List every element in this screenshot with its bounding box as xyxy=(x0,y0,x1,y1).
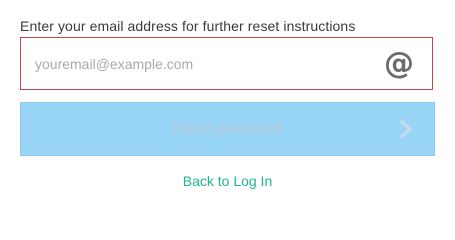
back-to-login-link[interactable]: Back to Log In xyxy=(0,173,455,189)
reset-password-label: Reset password xyxy=(173,120,282,137)
reset-password-button[interactable]: Reset password xyxy=(20,102,435,156)
reset-password-form: Enter your email address for further res… xyxy=(0,0,455,216)
chevron-right-icon xyxy=(399,120,413,138)
instruction-text: Enter your email address for further res… xyxy=(20,18,356,34)
at-icon: @ xyxy=(384,46,414,81)
email-input[interactable] xyxy=(35,38,375,89)
email-field-container[interactable]: @ xyxy=(20,37,433,90)
